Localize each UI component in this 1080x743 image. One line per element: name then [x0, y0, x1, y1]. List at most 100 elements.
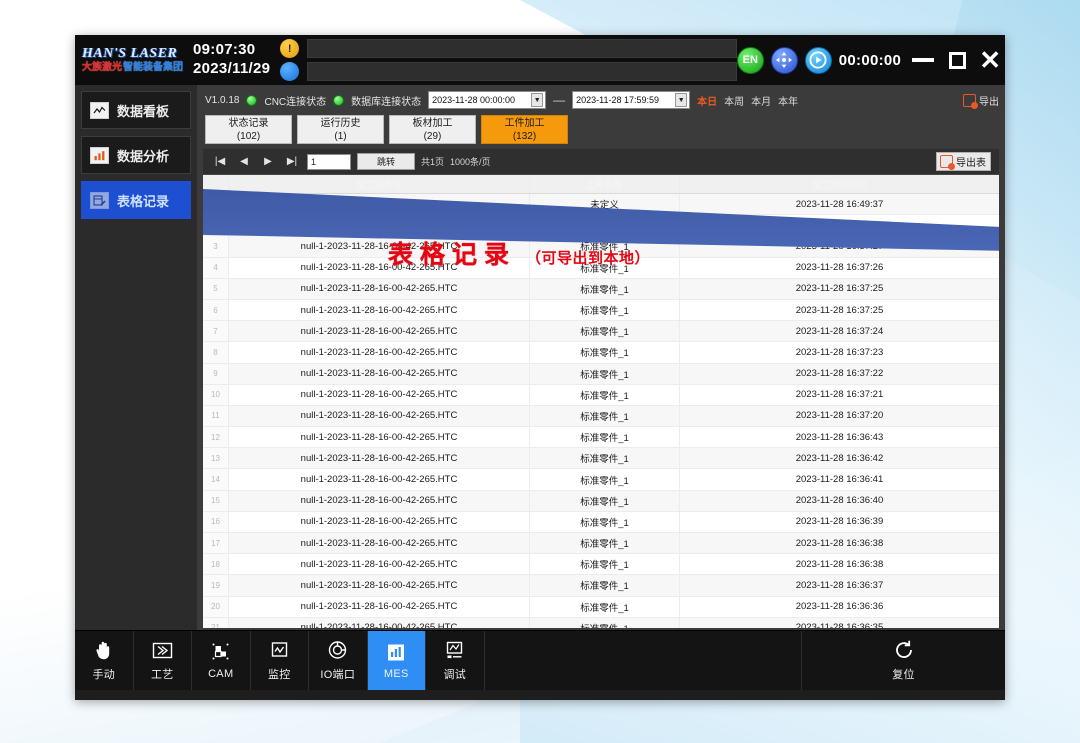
cell-part-name: 标准零件_1 [529, 321, 679, 342]
table-row[interactable]: 20 null-1-2023-11-28-16-00-42-265.HTC 标准零件… [203, 596, 999, 618]
cnc-status-led [246, 94, 258, 106]
table-row[interactable]: 16 null-1-2023-11-28-16-00-42-265.HTC 标准零件… [203, 511, 999, 533]
hand-icon [94, 639, 113, 661]
table-row[interactable]: 8 null-1-2023-11-28-16-00-42-265.HTC 标准零件_… [203, 342, 999, 364]
cell-finish-time: 2023-11-28 16:37:28 [679, 215, 999, 236]
page-number-input[interactable]: 1 [307, 153, 351, 170]
maximize-button[interactable] [945, 51, 970, 69]
cell-program-name: null-1-2023-11-28-16-00-42-265.HTC [300, 537, 458, 549]
sidebar-item-analysis[interactable]: 数据分析 [81, 136, 191, 174]
cell-part-name: 标准零件_1 [529, 469, 679, 490]
table-row[interactable]: 4 null-1-2023-11-28-16-00-42-265.HTC 标准零件_… [203, 257, 999, 279]
io-port-icon [327, 639, 348, 661]
cell-finish-time: 2023-11-28 16:37:24 [679, 321, 999, 342]
bottom-toolbar: 手动 工艺 CAM 监控 IO端口 MES 调试 复位 [75, 630, 1005, 690]
cell-finish-time: 2023-11-28 16:49:37 [679, 194, 999, 215]
cell-finish-time: 2023-11-28 16:37:25 [679, 278, 999, 299]
bottom-tab-process[interactable]: 工艺 [134, 631, 192, 690]
chevron-down-icon: ▼ [531, 93, 544, 107]
brand-cn-blue: 智能装备集团 [123, 62, 183, 73]
mes-icon [386, 641, 406, 663]
quick-range-this-year[interactable]: 本年 [778, 93, 798, 108]
table-row[interactable]: 17 null-1-2023-11-28-16-00-42-265.HTC 标准零件… [203, 533, 999, 555]
export-button[interactable]: 导出 [963, 93, 999, 109]
cell-program-name: null-1-2023-11-28-16-00-42-265.HTC [300, 495, 458, 507]
compass-icon[interactable] [280, 62, 300, 81]
last-page-icon[interactable]: ▶| [283, 156, 301, 167]
cell-finish-time: 2023-11-28 16:36:39 [679, 511, 999, 532]
table-row[interactable]: 9 null-1-2023-11-28-16-00-42-265.HTC 标准零件_… [203, 363, 999, 385]
table-row[interactable]: 14 null-1-2023-11-28-16-00-42-265.HTC 标准零件… [203, 469, 999, 491]
cell-part-name: 未定义 [529, 194, 679, 215]
warning-icon[interactable]: ! [280, 39, 300, 58]
bottom-tab-cam[interactable]: CAM [192, 631, 251, 690]
cell-part-name: 标准零件_1 [529, 342, 679, 363]
reset-label: 复位 [892, 669, 915, 681]
cell-row-number: 19 [203, 575, 229, 596]
bottom-tab-label: 监控 [267, 669, 291, 681]
application-window: HAN'S LASER 大族激光 智能装备集团 09:07:30 2023/11… [75, 35, 1005, 700]
version-label: V1.0.18 [205, 94, 240, 106]
table-row[interactable]: 13 null-1-2023-11-28-16-00-42-265.HTC 标准零件… [203, 448, 999, 470]
table-row[interactable]: 11 null-1-2023-11-28-16-00-42-265.HTC 标准零件… [203, 405, 999, 428]
table-row[interactable]: 6 null-1-2023-11-28-16-00-42-265.HTC 标准零件_… [203, 299, 999, 322]
cell-part-name: 标准零件_1 [529, 575, 679, 596]
minimize-button[interactable] [908, 58, 938, 62]
cell-row-number: 18 [203, 554, 229, 575]
table-row[interactable]: 1 1MM不锈钢10032.NC 未定义 2023-11-28 16:49:37 [203, 194, 999, 216]
bottom-tab-debug[interactable]: 调试 [426, 631, 485, 690]
cell-program-name: null-1-2023-11-28-16-00-42-265.HTC [300, 452, 458, 464]
table-row[interactable]: 18 null-1-2023-11-28-16-00-42-265.HTC 标准零件… [203, 554, 999, 576]
chevron-down-icon: ▼ [675, 93, 688, 107]
table-body[interactable]: 1 1MM不锈钢10032.NC 未定义 2023-11-28 16:49:37 2 nu… [203, 194, 999, 628]
jump-page-button[interactable]: 跳转 [357, 153, 415, 170]
next-page-icon[interactable]: ▶ [259, 156, 277, 167]
cell-part-name: 标准零件_1 [529, 236, 679, 257]
cell-finish-time: 2023-11-28 16:37:22 [679, 363, 999, 384]
sidebar-item-table-records[interactable]: 表格记录 [81, 181, 191, 219]
quick-range-this-month[interactable]: 本月 [751, 93, 771, 108]
quick-range-today[interactable]: 本日 [697, 93, 717, 108]
bottom-tab-mes[interactable]: MES [367, 631, 426, 690]
sidebar-item-label: 数据看板 [117, 103, 170, 119]
quick-range-this-week[interactable]: 本周 [724, 93, 744, 108]
table-row[interactable]: 19 null-1-2023-11-28-16-00-42-265.HTC 标准零件… [203, 575, 999, 597]
alarm-message-field [307, 39, 737, 58]
table-row[interactable]: 10 null-1-2023-11-28-16-00-42-265.HTC 标准零件… [203, 384, 999, 406]
tab-sheet-processing[interactable]: 板材加工 (29) [389, 115, 476, 144]
table-row[interactable]: 5 null-1-2023-11-28-16-00-42-265.HTC 标准零件_… [203, 278, 999, 300]
move-axes-icon[interactable] [770, 46, 798, 74]
date-from-value: 2023-11-28 00:00:00 [432, 95, 516, 105]
bottom-tab-manual[interactable]: 手动 [75, 631, 134, 690]
tab-run-history[interactable]: 运行历史 (1) [297, 115, 384, 144]
bottom-tab-io-port[interactable]: IO端口 [309, 631, 368, 690]
close-button[interactable]: ✕ [979, 47, 1001, 73]
export-table-button[interactable]: 导出表 [936, 152, 991, 171]
table-row[interactable]: 15 null-1-2023-11-28-16-00-42-265.HTC 标准零件… [203, 490, 999, 512]
play-icon[interactable] [804, 46, 832, 74]
tab-status-records[interactable]: 状态记录 (102) [205, 115, 292, 144]
cell-program-name: null-1-2023-11-28-16-00-42-265.HTC [300, 346, 458, 358]
first-page-icon[interactable]: |◀ [211, 156, 229, 167]
cell-program-name: null-1-2023-11-28-16-00-42-265.HTC [300, 368, 458, 380]
tab-part-processing[interactable]: 工件加工 (132) [481, 115, 568, 144]
language-button[interactable]: EN [736, 46, 764, 74]
cell-program-name: null-1-2023-11-28-16-00-42-265.HTC [300, 219, 458, 231]
debug-icon [444, 639, 465, 661]
sidebar-item-dashboard[interactable]: 数据看板 [81, 91, 191, 129]
bottom-tab-monitor[interactable]: 监控 [251, 631, 309, 690]
table-row[interactable]: 12 null-1-2023-11-28-16-00-42-265.HTC 标准零件… [203, 427, 999, 449]
cell-row-number: 7 [203, 321, 229, 342]
window-controls: EN 00:00:00 ✕ [736, 46, 1005, 74]
reset-button[interactable]: 复位 [802, 631, 1005, 690]
table-row[interactable]: 21 null-1-2023-11-28-16-00-42-265.HTC 标准零件… [203, 617, 999, 628]
chart-line-icon [90, 101, 109, 119]
date-from-select[interactable]: 2023-11-28 00:00:00 ▼ [428, 91, 547, 109]
table-row[interactable]: 3 null-1-2023-11-28-16-00-42-265.HTC 标准零件_… [203, 236, 999, 258]
table-row[interactable]: 2 null-1-2023-11-28-16-00-42-265.HTC 标准零件_… [203, 215, 999, 237]
cell-program-name: null-1-2023-11-28-16-00-42-265.HTC [300, 283, 458, 295]
brand-english-name: HAN'S LASER [82, 46, 178, 61]
prev-page-icon[interactable]: ◀ [235, 156, 253, 167]
date-to-select[interactable]: 2023-11-28 17:59:59 ▼ [572, 91, 691, 109]
table-row[interactable]: 7 null-1-2023-11-28-16-00-42-265.HTC 标准零件_… [203, 321, 999, 343]
